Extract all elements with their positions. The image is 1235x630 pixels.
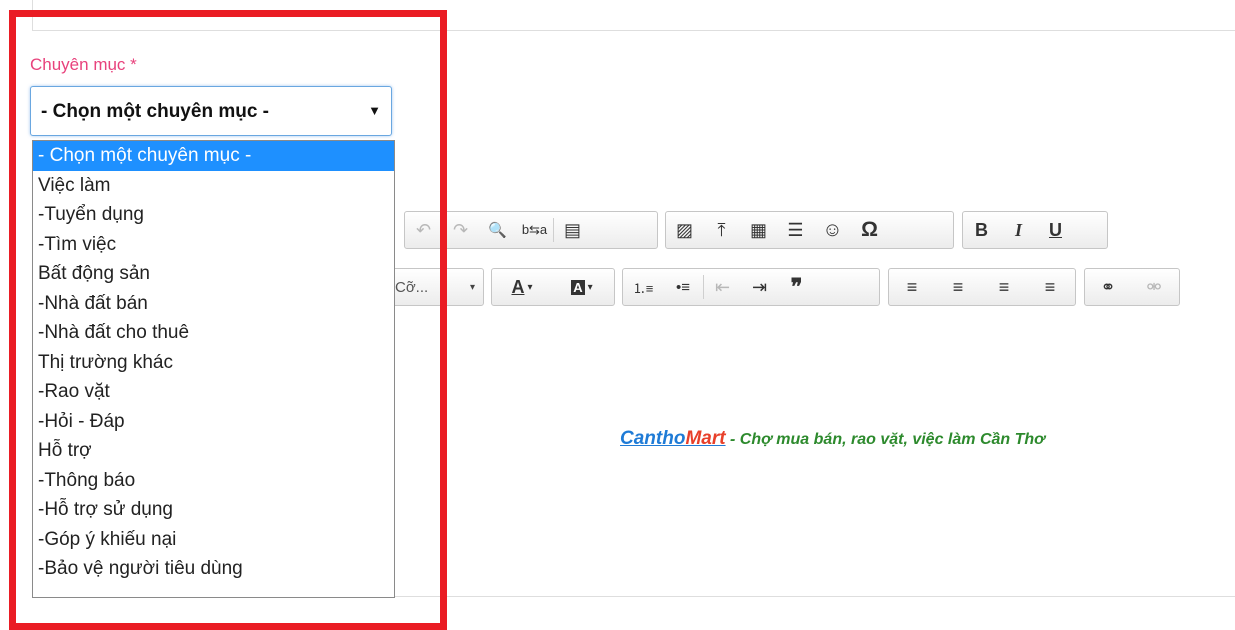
- bg-color-glyph: A: [571, 279, 585, 295]
- highlight-frame: [9, 10, 447, 630]
- underline-icon[interactable]: U: [1037, 213, 1074, 247]
- toolbar-group-color: A ▾ A ▾: [491, 268, 615, 306]
- image-icon[interactable]: ▨: [666, 213, 703, 247]
- toolbar-group-lists: ⒈≡ •≡ ⇤ ⇥ ❞: [622, 268, 880, 306]
- blockquote-icon[interactable]: ❞: [778, 270, 815, 304]
- brand-name-part2: Mart: [685, 428, 726, 449]
- toolbar-group-link: ⚭ ⚮: [1084, 268, 1180, 306]
- brand-tagline: - Chợ mua bán, rao vặt, việc làm Cần Thơ: [725, 431, 1045, 448]
- table-icon[interactable]: ▦: [740, 213, 777, 247]
- replace-icon[interactable]: b⇆a: [516, 213, 553, 247]
- toolbar-group-align: ≡ ≡ ≡ ≡: [888, 268, 1076, 306]
- align-right-icon[interactable]: ≡: [981, 270, 1027, 304]
- align-left-icon[interactable]: ≡: [889, 270, 935, 304]
- text-color-icon[interactable]: A ▾: [492, 270, 552, 304]
- upload-icon[interactable]: ⤒: [703, 213, 740, 247]
- unlink-icon[interactable]: ⚮: [1131, 270, 1177, 304]
- italic-icon[interactable]: I: [1000, 213, 1037, 247]
- align-justify-icon[interactable]: ≡: [1027, 270, 1073, 304]
- chevron-down-icon: ▾: [469, 281, 475, 293]
- link-icon[interactable]: ⚭: [1085, 270, 1131, 304]
- indent-icon[interactable]: ⇥: [741, 270, 778, 304]
- special-char-icon[interactable]: Ω: [851, 213, 888, 247]
- bold-icon[interactable]: B: [963, 213, 1000, 247]
- editor-content-brand: CanthoMart - Chợ mua bán, rao vặt, việc …: [620, 428, 1045, 450]
- ordered-list-icon[interactable]: ⒈≡: [623, 270, 663, 304]
- smiley-icon[interactable]: ☺: [814, 213, 851, 247]
- background-color-icon[interactable]: A ▾: [552, 270, 612, 304]
- brand-name-part1: Cantho: [620, 428, 686, 449]
- toolbar-group-insert: ▨ ⤒ ▦ ☰ ☺ Ω: [665, 211, 954, 249]
- paste-text-icon[interactable]: ▤: [554, 213, 591, 247]
- find-icon[interactable]: 🔍: [479, 213, 516, 247]
- redo-icon[interactable]: ↷: [442, 213, 479, 247]
- bullet-list-icon[interactable]: •≡: [663, 270, 703, 304]
- align-center-icon[interactable]: ≡: [935, 270, 981, 304]
- chevron-down-icon: ▾: [527, 281, 533, 293]
- toolbar-group-format: B I U: [962, 211, 1108, 249]
- text-color-glyph: A: [511, 276, 525, 297]
- outdent-icon[interactable]: ⇤: [704, 270, 741, 304]
- chevron-down-icon: ▾: [587, 281, 593, 293]
- horizontal-rule-icon[interactable]: ☰: [777, 213, 814, 247]
